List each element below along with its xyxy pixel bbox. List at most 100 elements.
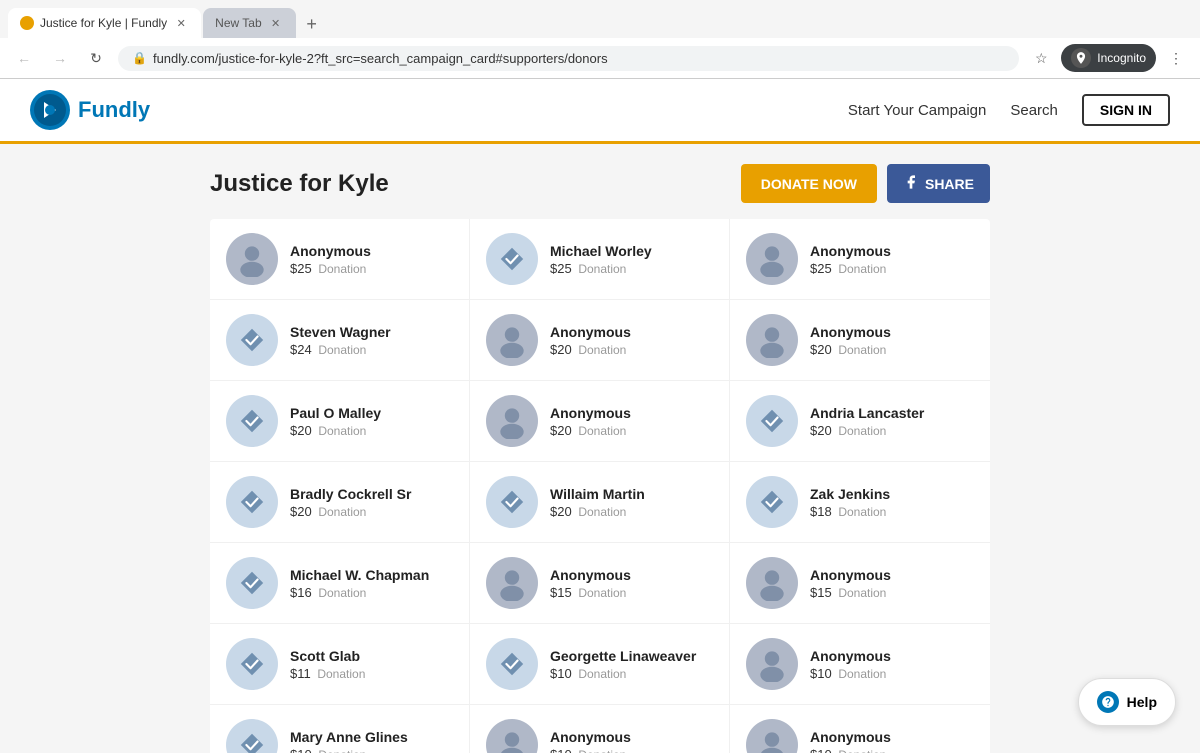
donor-avatar xyxy=(226,557,278,609)
address-input[interactable]: 🔒 fundly.com/justice-for-kyle-2?ft_src=s… xyxy=(118,46,1019,71)
donor-avatar xyxy=(226,233,278,285)
donor-avatar xyxy=(226,395,278,447)
refresh-button[interactable]: ↻ xyxy=(82,44,110,72)
new-tab-button[interactable]: + xyxy=(298,10,326,38)
share-button[interactable]: SHARE xyxy=(887,164,990,203)
donor-item: Steven Wagner $24 Donation xyxy=(210,300,470,381)
tab-close-icon[interactable]: ✕ xyxy=(173,15,189,31)
tab-close-icon-2[interactable]: ✕ xyxy=(268,15,284,31)
donor-avatar xyxy=(746,638,798,690)
donor-avatar xyxy=(486,476,538,528)
share-label: SHARE xyxy=(925,176,974,192)
campaign-actions: DONATE NOW SHARE xyxy=(741,164,990,203)
donor-info: Anonymous $20 Donation xyxy=(550,405,713,438)
donor-item: Anonymous $15 Donation xyxy=(470,543,730,624)
donor-info: Willaim Martin $20 Donation xyxy=(550,486,713,519)
donation-label: Donation xyxy=(318,343,366,357)
tab-title-new: New Tab xyxy=(215,16,261,30)
donation-label: Donation xyxy=(838,262,886,276)
header-nav: Start Your Campaign Search SIGN IN xyxy=(848,94,1170,126)
donation-label: Donation xyxy=(318,586,366,600)
donor-info: Anonymous $25 Donation xyxy=(290,243,453,276)
donor-avatar xyxy=(746,395,798,447)
help-button[interactable]: Help xyxy=(1078,678,1176,726)
donation-label: Donation xyxy=(578,667,626,681)
donor-avatar xyxy=(486,638,538,690)
donation-label: Donation xyxy=(838,748,886,753)
donor-item: Anonymous $15 Donation xyxy=(730,543,990,624)
donor-info: Michael W. Chapman $16 Donation xyxy=(290,567,453,600)
back-button[interactable]: ← xyxy=(10,44,38,72)
donor-avatar xyxy=(486,395,538,447)
donor-avatar xyxy=(486,557,538,609)
tab-inactive[interactable]: New Tab ✕ xyxy=(203,8,295,38)
donor-amount: $16 Donation xyxy=(290,585,453,600)
donor-info: Anonymous $20 Donation xyxy=(550,324,713,357)
donor-item: Anonymous $10 Donation xyxy=(730,624,990,705)
facebook-icon xyxy=(903,174,919,193)
donor-info: Steven Wagner $24 Donation xyxy=(290,324,453,357)
bookmark-icon[interactable]: ☆ xyxy=(1027,44,1055,72)
menu-icon[interactable]: ⋮ xyxy=(1162,44,1190,72)
donation-label: Donation xyxy=(317,667,365,681)
donor-avatar xyxy=(746,314,798,366)
donor-name: Anonymous xyxy=(810,648,974,664)
donation-label: Donation xyxy=(578,424,626,438)
donation-label: Donation xyxy=(318,748,366,753)
donation-label: Donation xyxy=(578,748,626,753)
donor-info: Anonymous $15 Donation xyxy=(810,567,974,600)
help-label: Help xyxy=(1127,694,1157,710)
donor-name: Anonymous xyxy=(550,729,713,745)
donor-info: Michael Worley $25 Donation xyxy=(550,243,713,276)
donor-name: Steven Wagner xyxy=(290,324,453,340)
search-link[interactable]: Search xyxy=(1010,102,1058,119)
donation-label: Donation xyxy=(838,667,886,681)
donor-name: Michael Worley xyxy=(550,243,713,259)
donor-item: Mary Anne Glines $10 Donation xyxy=(210,705,470,753)
donor-name: Michael W. Chapman xyxy=(290,567,453,583)
forward-button[interactable]: → xyxy=(46,44,74,72)
donate-button[interactable]: DONATE NOW xyxy=(741,164,877,203)
donor-info: Anonymous $15 Donation xyxy=(550,567,713,600)
donation-label: Donation xyxy=(578,586,626,600)
start-campaign-link[interactable]: Start Your Campaign xyxy=(848,102,986,119)
donor-item: Andria Lancaster $20 Donation xyxy=(730,381,990,462)
donor-info: Georgette Linaweaver $10 Donation xyxy=(550,648,713,681)
donor-amount: $20 Donation xyxy=(550,504,713,519)
incognito-badge[interactable]: Incognito xyxy=(1061,44,1156,72)
donor-name: Zak Jenkins xyxy=(810,486,974,502)
donor-amount: $20 Donation xyxy=(290,504,453,519)
donor-info: Anonymous $10 Donation xyxy=(810,648,974,681)
campaign-header: Justice for Kyle DONATE NOW SHARE xyxy=(210,164,990,203)
donor-item: Scott Glab $11 Donation xyxy=(210,624,470,705)
donor-amount: $20 Donation xyxy=(290,423,453,438)
logo-text: Fundly xyxy=(78,97,150,123)
site-header: Fundly Start Your Campaign Search SIGN I… xyxy=(0,79,1200,144)
donor-amount: $20 Donation xyxy=(810,423,974,438)
donors-container: Anonymous $25 Donation Michael Worley $2… xyxy=(210,219,990,753)
donor-info: Anonymous $25 Donation xyxy=(810,243,974,276)
logo[interactable]: Fundly xyxy=(30,90,150,130)
donor-item: Anonymous $25 Donation xyxy=(210,219,470,300)
sign-in-button[interactable]: SIGN IN xyxy=(1082,94,1170,126)
donor-item: Michael W. Chapman $16 Donation xyxy=(210,543,470,624)
tab-title: Justice for Kyle | Fundly xyxy=(40,16,167,30)
donor-name: Anonymous xyxy=(810,243,974,259)
donor-item: Zak Jenkins $18 Donation xyxy=(730,462,990,543)
tab-active[interactable]: Justice for Kyle | Fundly ✕ xyxy=(8,8,201,38)
browser-actions: ☆ Incognito ⋮ xyxy=(1027,44,1190,72)
donor-amount: $25 Donation xyxy=(550,261,713,276)
donor-name: Anonymous xyxy=(810,324,974,340)
donor-info: Anonymous $20 Donation xyxy=(810,324,974,357)
donation-label: Donation xyxy=(318,424,366,438)
donor-item: Anonymous $10 Donation xyxy=(470,705,730,753)
address-bar: ← → ↻ 🔒 fundly.com/justice-for-kyle-2?ft… xyxy=(0,38,1200,79)
donation-label: Donation xyxy=(838,424,886,438)
donor-name: Scott Glab xyxy=(290,648,453,664)
donor-amount: $24 Donation xyxy=(290,342,453,357)
donation-label: Donation xyxy=(578,505,626,519)
help-icon xyxy=(1097,691,1119,713)
donor-avatar xyxy=(486,233,538,285)
logo-icon xyxy=(30,90,70,130)
donor-name: Georgette Linaweaver xyxy=(550,648,713,664)
